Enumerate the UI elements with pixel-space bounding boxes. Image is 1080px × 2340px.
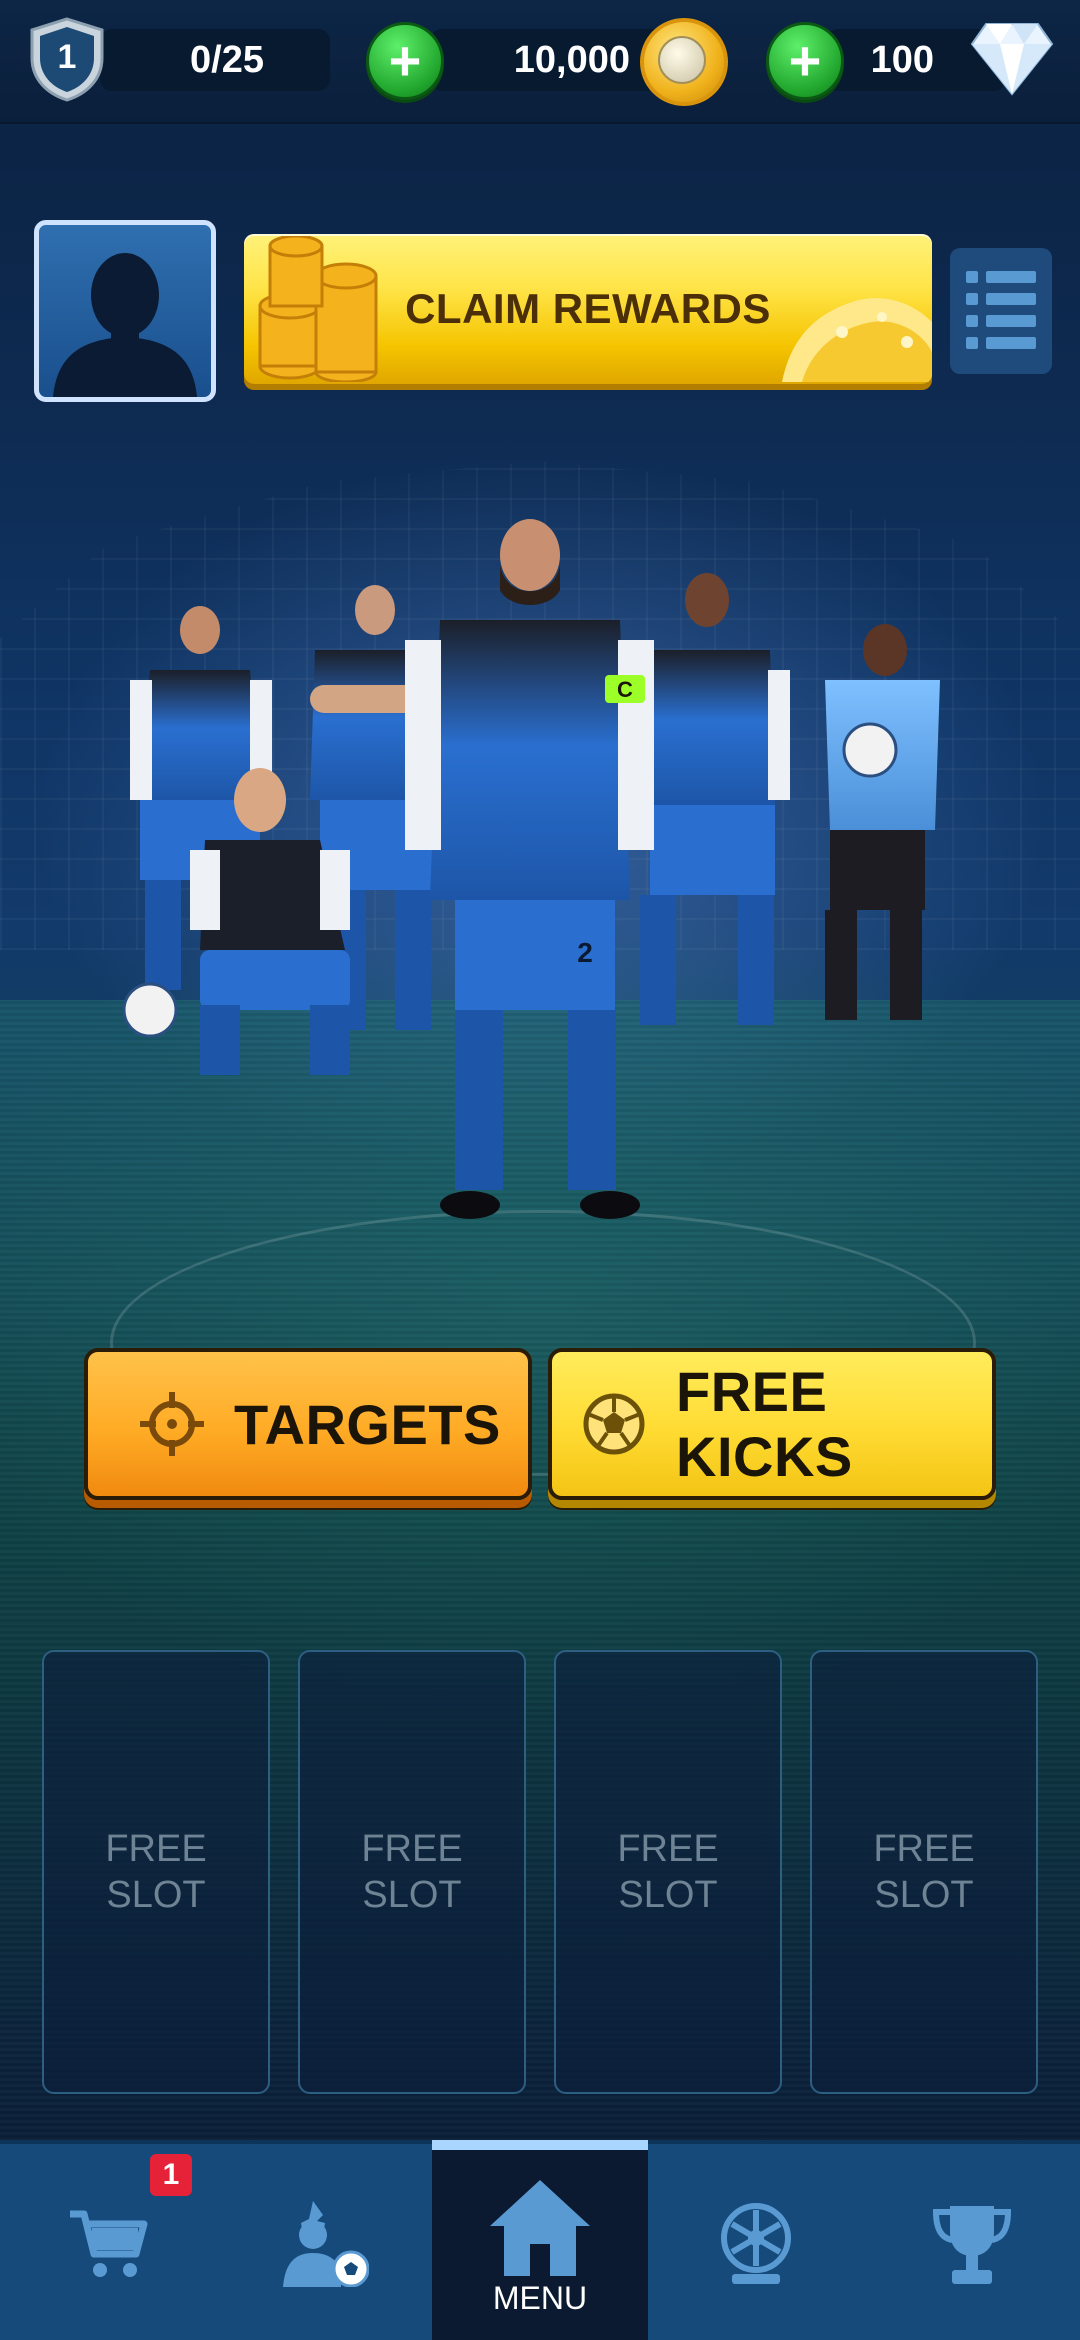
gem-value: 100 xyxy=(870,38,934,81)
nav-spin[interactable] xyxy=(648,2144,864,2340)
claim-rewards-button[interactable]: CLAIM REWARDS xyxy=(244,234,932,384)
coin-value: 10,000 xyxy=(513,38,630,81)
prize-wheel-icon xyxy=(721,2203,791,2284)
home-icon xyxy=(490,2179,590,2276)
coin-counter: 10,000 xyxy=(430,29,670,91)
level-shield-icon: 1 xyxy=(30,17,104,102)
diamond-icon xyxy=(970,23,1054,96)
bottom-navigation: 1 MENU xyxy=(0,2140,1080,2340)
free-slot-4[interactable]: FREE SLOT xyxy=(810,1650,1038,2094)
slot-label: FREE SLOT xyxy=(873,1828,975,1916)
nav-team[interactable] xyxy=(216,2144,432,2340)
game-menu-screen: 0/25 1 10,000 + 100 + CLAIM REWARDS C 2 … xyxy=(0,0,1080,2340)
level-number: 1 xyxy=(58,38,77,76)
shop-notification-badge: 1 xyxy=(150,2154,192,2196)
trophy-icon xyxy=(932,2206,1012,2284)
player-captain: C 2 xyxy=(405,519,654,1219)
player-silhouette-icon xyxy=(53,253,197,397)
nav-menu[interactable]: MENU xyxy=(432,2140,648,2340)
claim-rewards-label: CLAIM REWARDS xyxy=(405,285,771,332)
targets-label: TARGETS xyxy=(234,1392,501,1456)
nav-trophy[interactable] xyxy=(864,2144,1080,2340)
cart-icon xyxy=(70,2210,148,2277)
nav-shop[interactable]: 1 xyxy=(0,2144,216,2340)
plus-icon: + xyxy=(788,29,822,92)
nav-menu-label: MENU xyxy=(492,2279,588,2316)
coin-stack-icon xyxy=(258,236,378,382)
add-gems-button[interactable]: + xyxy=(766,22,844,100)
profile-avatar-button[interactable] xyxy=(34,220,216,402)
slot-label: FREE SLOT xyxy=(361,1828,463,1916)
xp-value: 0/25 xyxy=(190,38,264,81)
free-kicks-button[interactable]: FREE KICKS xyxy=(548,1348,996,1500)
free-slot-3[interactable]: FREE SLOT xyxy=(554,1650,782,2094)
captain-armband-letter: C xyxy=(617,677,633,702)
menu-list-button[interactable] xyxy=(950,248,1052,374)
player-far-right xyxy=(825,624,940,1020)
free-slot-2[interactable]: FREE SLOT xyxy=(298,1650,526,2094)
captain-shirt-number: 2 xyxy=(577,937,593,968)
plus-icon: + xyxy=(388,29,422,92)
resource-bar: 0/25 1 10,000 + 100 + xyxy=(0,0,1080,124)
football-icon xyxy=(583,1393,645,1455)
crosshair-icon xyxy=(140,1392,204,1456)
coin-icon xyxy=(640,18,728,106)
gold-pile-icon xyxy=(782,298,932,382)
team-players-illustration: C 2 xyxy=(122,519,940,1219)
slot-label: FREE SLOT xyxy=(617,1828,719,1916)
xp-counter: 0/25 xyxy=(100,29,330,91)
free-slot-1[interactable]: FREE SLOT xyxy=(42,1650,270,2094)
player-ball-icon xyxy=(283,2201,369,2287)
free-kicks-label: FREE KICKS xyxy=(676,1360,853,1488)
targets-button[interactable]: TARGETS xyxy=(84,1348,532,1500)
list-icon xyxy=(966,271,1036,349)
slot-label: FREE SLOT xyxy=(105,1828,207,1916)
add-coins-button[interactable]: + xyxy=(366,22,444,100)
